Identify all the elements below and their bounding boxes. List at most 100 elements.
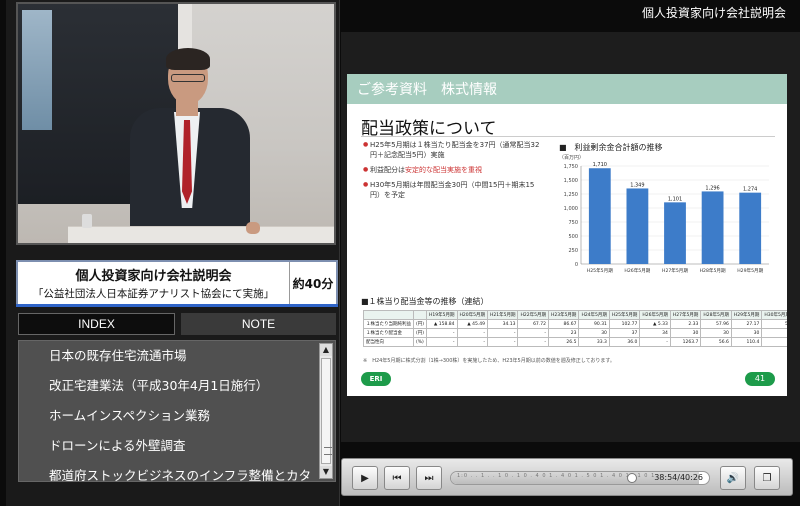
event-info-text: 個人投資家向け会社説明会 「公益社団法人日本証券アナリスト協会にて実施」 xyxy=(18,262,290,304)
y-tick-label: 1,500 xyxy=(564,178,578,184)
chart-title: ■ 利益剰余金合計額の推移 xyxy=(559,143,663,152)
x-tick-label: H29年5月期 xyxy=(737,267,763,274)
y-tick-label: 500 xyxy=(568,234,578,240)
table-cell: 2.33 xyxy=(669,319,702,329)
scroll-up-icon[interactable]: ▲ xyxy=(320,344,332,356)
table-cell: 67.72 xyxy=(517,319,549,329)
list-item[interactable]: 改正宅建業法（平成30年4月1日施行） xyxy=(19,371,321,401)
bullet-item: 利益配分は安定的な配当実施を重視 xyxy=(363,165,541,175)
table-header: H28年5月期 xyxy=(700,310,732,320)
event-info-banner: 個人投資家向け会社説明会 「公益社団法人日本証券アナリスト協会にて実施」 約40… xyxy=(16,260,338,306)
table-cell: ▲ 45.49 xyxy=(456,319,488,329)
tab-note[interactable]: NOTE xyxy=(181,313,336,335)
event-subtitle: 「公益社団法人日本証券アナリスト協会にて実施」 xyxy=(32,288,275,300)
data-label: 1,349 xyxy=(630,182,644,188)
list-item[interactable]: 都道府ストックビジネスのインフラ整備とカタ xyxy=(19,461,321,481)
list-item[interactable]: 日本の既存住宅流通市場 xyxy=(19,341,321,371)
table-cell: 110.4 xyxy=(730,337,763,347)
table-row: １株当たり配当金(円)----2330373430303030 xyxy=(363,328,787,338)
list-item[interactable]: ホームインスペクション業務 xyxy=(19,401,321,431)
event-duration: 約40分 xyxy=(292,276,334,291)
play-button[interactable]: ▶ xyxy=(352,466,378,490)
speaker-hair xyxy=(166,48,210,70)
company-logo: ERI xyxy=(361,372,391,386)
index-list: 日本の既存住宅流通市場 改正宅建業法（平成30年4月1日施行） ホームインスペク… xyxy=(18,340,336,482)
list-item[interactable]: ドローンによる外壁調査 xyxy=(19,431,321,461)
table-cell: 30 xyxy=(669,328,702,338)
window-restore-icon: ❐ xyxy=(762,472,772,484)
scroll-down-icon[interactable]: ▼ xyxy=(320,466,332,478)
data-label: 1,710 xyxy=(593,162,607,168)
table-cell: 90.31 xyxy=(578,319,610,329)
grip-icon xyxy=(324,447,332,455)
table-cell: 36.0 xyxy=(608,337,641,347)
chart-bar xyxy=(626,188,649,264)
table-cell: 86.67 xyxy=(547,319,580,329)
table-cell: １株当たり配当金 xyxy=(363,328,414,338)
video-player[interactable] xyxy=(16,2,336,245)
tab-index[interactable]: INDEX xyxy=(18,313,175,335)
speaker-hand xyxy=(246,222,260,234)
table-header: H24年5月期 xyxy=(578,310,610,320)
y-tick-label: 1,750 xyxy=(564,164,578,170)
x-tick-label: H25年5月期 xyxy=(587,267,613,274)
table-header: H29年5月期 xyxy=(730,310,763,320)
chart-bar xyxy=(588,168,611,264)
table-cell: 1263.7 xyxy=(669,337,702,347)
retained-earnings-chart: 0 250 500 750 1,000 1,250 1,500 1,750 1,710 H25年5… xyxy=(564,162,769,274)
bullet-list: H25年5月期は１株当たり配当金を37円（通常配当32円＋記念配当5円）実施 利… xyxy=(363,140,541,205)
table-header: H19年5月期 xyxy=(426,310,458,320)
event-title: 個人投資家向け会社説明会 xyxy=(75,269,232,284)
table-header: H22年5月期 xyxy=(517,310,549,320)
table-cell: 57.96 xyxy=(700,319,732,329)
previous-button[interactable]: ⏮ xyxy=(384,466,410,490)
bullet-item: H25年5月期は１株当たり配当金を37円（通常配当32円＋記念配当5円）実施 xyxy=(363,140,541,160)
banner-accent xyxy=(16,304,338,307)
table-cell: 30 xyxy=(730,328,763,338)
dividend-table: H19年5月期 H20年5月期 H21年5月期 H22年5月期 H23年5月期 H24年5… xyxy=(363,310,787,347)
table-cell: - xyxy=(426,328,458,338)
table-cell: 57.2 xyxy=(761,337,787,347)
slide: ご参考資料 株式情報 配当政策について H25年5月期は１株当たり配当金を37円… xyxy=(347,74,787,396)
player-window: 個人投資家向け会社説明会 「公益社団法人日本証券アナリスト協会にて実施」 約40… xyxy=(0,0,800,506)
slide-header-text: ご参考資料 株式情報 xyxy=(357,82,497,98)
window-button[interactable]: ❐ xyxy=(754,466,780,490)
panel-tabs: INDEX NOTE xyxy=(18,313,336,335)
table-cell: - xyxy=(426,337,458,347)
speaker-glasses xyxy=(171,74,205,82)
play-icon: ▶ xyxy=(361,472,369,484)
table-header: H26年5月期 xyxy=(639,310,671,320)
index-scrollbar[interactable]: ▲ ▼ xyxy=(319,343,333,479)
table-cell: １株当たり当期純利益 xyxy=(363,319,414,329)
x-tick-label: H28年5月期 xyxy=(700,267,726,274)
table-cell: 34 xyxy=(639,328,671,338)
chart-bar xyxy=(701,191,724,264)
table-cell: ▲ 158.84 xyxy=(426,319,458,329)
table-cell: 30 xyxy=(700,328,732,338)
seek-bar[interactable]: 1:0 . . 1 . . 1 0 . 1 0 . 4 0 1 . 4 0 1 … xyxy=(450,471,710,485)
y-tick-label: 1,000 xyxy=(564,206,578,212)
data-label: 1,274 xyxy=(743,187,757,193)
logo-text: ERI xyxy=(369,375,383,383)
y-tick-label: 250 xyxy=(568,248,578,254)
y-tick-label: 750 xyxy=(568,220,578,226)
table-cell: 配当性向 xyxy=(363,337,414,347)
scrollbar-thumb[interactable] xyxy=(321,358,332,464)
table-cell: 23 xyxy=(547,328,580,338)
table-cell: - xyxy=(639,337,671,347)
video-window xyxy=(22,10,52,130)
table-header: H27年5月期 xyxy=(669,310,702,320)
table-cell: - xyxy=(517,337,549,347)
table-header: H30年5月期(予) xyxy=(761,310,787,320)
page-number: 41 xyxy=(745,372,775,386)
table-cell: 52.45 xyxy=(761,319,787,329)
chart-bar xyxy=(664,202,686,264)
seek-ticks: 1:0 . . 1 . . 1 0 . 1 0 . 4 0 1 . 4 0 1 … xyxy=(457,473,656,479)
table-header: H20年5月期 xyxy=(456,310,488,320)
table-header xyxy=(363,310,414,320)
table-cell: 26.5 xyxy=(547,337,580,347)
next-button[interactable]: ⏭ xyxy=(416,466,442,490)
volume-button[interactable]: 🔊 xyxy=(720,466,746,490)
table-cell: ▲ 5.33 xyxy=(639,319,671,329)
table-row: １株当たり当期純利益 (円) ▲ 158.84 ▲ 45.49 34.13 67.72 86… xyxy=(363,319,787,329)
